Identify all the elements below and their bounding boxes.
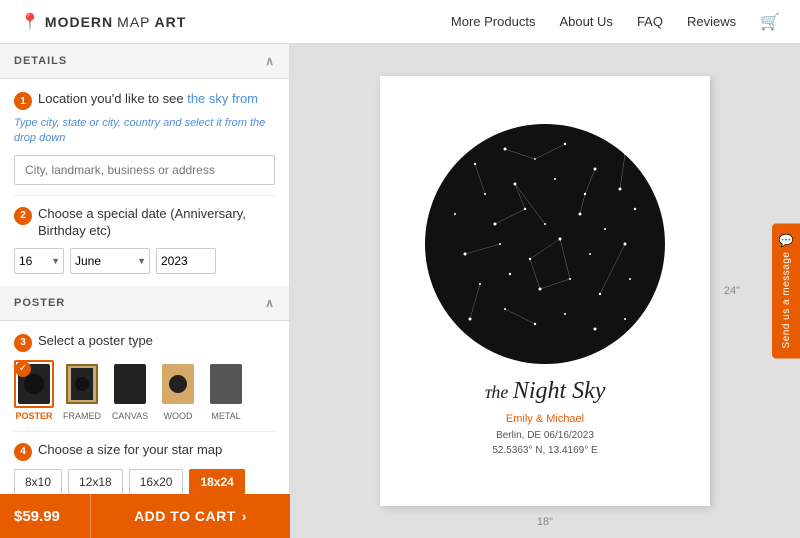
month-select[interactable]: June [70, 248, 150, 274]
poster-mini-wood [162, 364, 194, 404]
step4-label: 4 Choose a size for your star map [14, 442, 275, 461]
main-nav: More Products About Us FAQ Reviews 🛒 [451, 12, 780, 32]
step4-number: 4 [14, 443, 32, 461]
poster-type-wood-img [158, 360, 198, 408]
poster-subtitle-location: Berlin, DE 06/16/2023 [496, 428, 594, 443]
poster-title-night-sky: Night Sky [513, 378, 606, 404]
month-select-wrap: June ▼ [70, 248, 150, 274]
poster-subtitle-name: Emily & Michael [506, 411, 584, 428]
poster-mini-framed-inner [71, 368, 93, 400]
step3-number: 3 [14, 334, 32, 352]
add-to-cart-arrow: › [242, 508, 247, 524]
logo-pin-icon: 📍 [20, 12, 41, 32]
step1-number: 1 [14, 92, 32, 110]
poster-type-wood-label: WOOD [164, 411, 193, 421]
size-8x10[interactable]: 8x10 [14, 469, 62, 495]
logo: 📍 MODERN MAP ART [20, 12, 186, 32]
nav-faq[interactable]: FAQ [637, 14, 663, 29]
poster-mini-metal [210, 364, 242, 404]
step2-label: 2 Choose a special date (Anniversary, Bi… [14, 206, 275, 240]
logo-text-map: MAP [117, 14, 150, 30]
poster-type-framed-label: FRAMED [63, 411, 101, 421]
add-to-cart-label: ADD TO CART [134, 508, 236, 524]
main-layout: DETAILS ∧ 1 Location you'd like to see t… [0, 44, 800, 538]
poster-section-header[interactable]: POSTER ∧ [0, 286, 289, 321]
poster-type-canvas-label: CANVAS [112, 411, 148, 421]
poster-subtitle-coords: 52.5363° N, 13.4169° E [492, 443, 597, 458]
poster-preview: ᴛhe Night Sky Emily & Michael Berlin, DE… [380, 76, 710, 506]
poster-type-metal[interactable]: METAL [206, 360, 246, 421]
logo-text-art: ART [155, 14, 187, 30]
poster-title-the: ᴛhe [485, 382, 513, 402]
dimension-height-label: 24" [724, 285, 740, 297]
header: 📍 MODERN MAP ART More Products About Us … [0, 0, 800, 44]
cart-icon[interactable]: 🛒 [760, 12, 780, 32]
poster-type-poster[interactable]: ✓ POSTER [14, 360, 54, 421]
step4-text: Choose a size for your star map [38, 442, 222, 459]
poster-mini-framed [66, 364, 98, 404]
date-row: 16 ▼ June ▼ [14, 248, 275, 274]
right-panel: ᴛhe Night Sky Emily & Michael Berlin, DE… [290, 44, 800, 538]
poster-mini-circle [24, 374, 44, 394]
size-16x20[interactable]: 16x20 [129, 469, 184, 495]
poster-type-canvas[interactable]: CANVAS [110, 360, 150, 421]
poster-chevron-icon: ∧ [265, 296, 275, 310]
day-select[interactable]: 16 [14, 248, 64, 274]
left-panel: DETAILS ∧ 1 Location you'd like to see t… [0, 44, 290, 538]
size-12x18[interactable]: 12x18 [68, 469, 123, 495]
dimension-width-label: 18" [537, 516, 553, 528]
logo-text-modern: MODERN [45, 14, 113, 30]
nav-more-products[interactable]: More Products [451, 14, 536, 29]
wood-mini-circle [169, 375, 187, 393]
poster-type-metal-label: METAL [211, 411, 240, 421]
details-section-header[interactable]: DETAILS ∧ [0, 44, 289, 79]
chat-icon: 💬 [779, 234, 794, 248]
poster-type-poster-label: POSTER [15, 411, 52, 421]
location-hint: Type city, state or city, country and se… [14, 116, 275, 147]
poster-type-wood[interactable]: WOOD [158, 360, 198, 421]
poster-mini-canvas [114, 364, 146, 404]
nav-about-us[interactable]: About Us [559, 14, 612, 29]
step1-label: 1 Location you'd like to see the sky fro… [14, 91, 275, 110]
framed-mini-circle [75, 377, 89, 391]
location-input[interactable] [14, 155, 275, 185]
poster-type-framed-img [62, 360, 102, 408]
poster-type-canvas-img [110, 360, 150, 408]
step3-text: Select a poster type [38, 333, 153, 350]
poster-type-poster-img: ✓ [14, 360, 54, 408]
step1-text: Location you'd like to see the sky from [38, 91, 258, 108]
details-title: DETAILS [14, 55, 67, 67]
details-section-body: 1 Location you'd like to see the sky fro… [0, 79, 289, 286]
chat-label: Send us a message [781, 252, 792, 349]
poster-types: ✓ POSTER [14, 360, 275, 421]
details-chevron-icon: ∧ [265, 54, 275, 68]
star-circle [425, 124, 665, 364]
year-input[interactable] [156, 248, 216, 274]
step2-text: Choose a special date (Anniversary, Birt… [38, 206, 275, 240]
constellation-svg [425, 124, 665, 364]
day-select-wrap: 16 ▼ [14, 248, 64, 274]
nav-reviews[interactable]: Reviews [687, 14, 736, 29]
size-18x24[interactable]: 18x24 [189, 469, 244, 495]
price-bar: $59.99 ADD TO CART › [0, 494, 290, 538]
poster-type-framed[interactable]: FRAMED [62, 360, 102, 421]
poster-title-text: ᴛhe Night Sky [485, 378, 606, 405]
price-label: $59.99 [0, 508, 90, 525]
chat-sidebar[interactable]: 💬 Send us a message [772, 224, 800, 359]
step2-number: 2 [14, 207, 32, 225]
poster-selected-check: ✓ [15, 361, 31, 377]
poster-type-metal-img [206, 360, 246, 408]
step3-label: 3 Select a poster type [14, 333, 275, 352]
poster-title: POSTER [14, 297, 65, 309]
add-to-cart-button[interactable]: ADD TO CART › [90, 494, 290, 538]
